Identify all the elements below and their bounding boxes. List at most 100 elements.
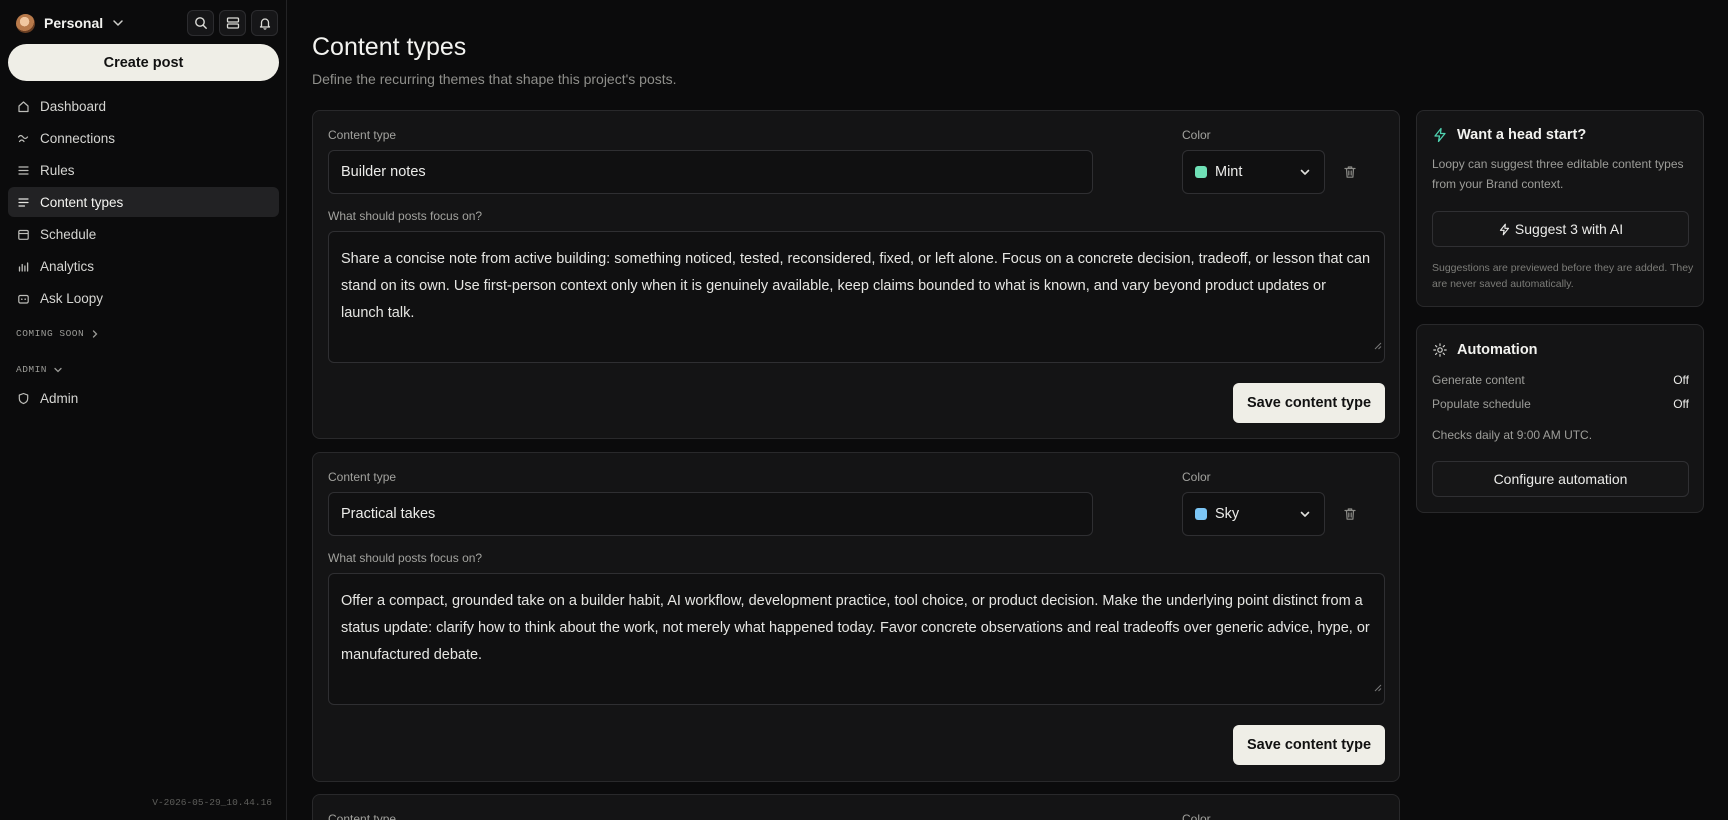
- sidebar-item-label: Dashboard: [40, 98, 107, 114]
- search-button[interactable]: [187, 10, 214, 36]
- sidebar: Personal Create post Dashboard Connectio…: [0, 0, 287, 820]
- focus-label: What should posts focus on?: [328, 551, 483, 565]
- save-content-type-button[interactable]: Save content type: [1233, 383, 1385, 423]
- lightning-icon: [1432, 127, 1448, 143]
- content-type-label: Content type: [328, 812, 397, 820]
- color-swatch: [1195, 508, 1207, 520]
- automation-row-generate: Generate content Off: [1432, 373, 1689, 387]
- content-type-card: Content type Color Builder notes Mint Wh…: [312, 110, 1400, 439]
- automation-row-label: Generate content: [1432, 373, 1525, 387]
- sidebar-nav: Dashboard Connections Rules Content type…: [8, 91, 279, 315]
- delete-content-type-button[interactable]: [1342, 506, 1358, 522]
- head-start-text: Loopy can suggest three editable content…: [1432, 157, 1684, 191]
- page-subtitle: Define the recurring themes that shape t…: [312, 71, 677, 87]
- admin-section-label: ADMIN: [16, 364, 48, 375]
- resize-grip-icon[interactable]: [1374, 333, 1382, 360]
- content-type-name-input[interactable]: Builder notes: [328, 150, 1093, 194]
- sidebar-item-label: Connections: [40, 130, 116, 146]
- sidebar-item-label: Schedule: [40, 226, 97, 242]
- chevron-down-icon: [111, 16, 125, 30]
- home-icon: [17, 100, 30, 113]
- focus-text: Share a concise note from active buildin…: [341, 251, 1371, 321]
- chevron-right-icon: [90, 329, 100, 339]
- lines-icon: [17, 196, 30, 209]
- head-start-note: Suggestions are previewed before they ar…: [1432, 262, 1694, 290]
- bell-icon: [258, 16, 272, 30]
- gear-icon: [1432, 342, 1448, 358]
- suggest-ai-button[interactable]: Suggest 3 with AI: [1432, 211, 1689, 247]
- sidebar-item-connections[interactable]: Connections: [8, 123, 279, 153]
- main-content: Content types Define the recurring theme…: [287, 0, 1728, 820]
- lightning-icon: [1498, 223, 1511, 236]
- color-label: Color: [1182, 470, 1211, 484]
- sidebar-item-schedule[interactable]: Schedule: [8, 219, 279, 249]
- admin-section-toggle[interactable]: ADMIN: [16, 364, 63, 375]
- automation-row-populate: Populate schedule Off: [1432, 397, 1689, 411]
- focus-text: Offer a compact, grounded take on a buil…: [341, 593, 1370, 663]
- sidebar-item-ask-loopy[interactable]: Ask Loopy: [8, 283, 279, 313]
- automation-row-value: Off: [1673, 397, 1689, 411]
- bot-icon: [17, 292, 30, 305]
- create-post-button[interactable]: Create post: [8, 44, 279, 81]
- sidebar-item-admin[interactable]: Admin: [8, 383, 279, 413]
- sidebar-item-content-types[interactable]: Content types: [8, 187, 279, 217]
- workspace-name: Personal: [44, 15, 104, 31]
- layout-button[interactable]: [219, 10, 246, 36]
- color-label: Color: [1182, 128, 1211, 142]
- coming-soon-label: COMING SOON: [16, 328, 85, 339]
- calendar-icon: [17, 228, 30, 241]
- color-select-value: Sky: [1215, 506, 1240, 522]
- sidebar-item-label: Content types: [40, 194, 124, 210]
- configure-automation-button[interactable]: Configure automation: [1432, 461, 1689, 497]
- avatar: [16, 13, 35, 33]
- content-type-label: Content type: [328, 470, 397, 484]
- automation-row-label: Populate schedule: [1432, 397, 1531, 411]
- trash-icon: [1342, 506, 1358, 522]
- coming-soon-toggle[interactable]: COMING SOON: [16, 328, 100, 339]
- automation-title: Automation: [1457, 342, 1538, 358]
- chevron-down-icon: [1298, 507, 1312, 521]
- list-icon: [17, 164, 30, 177]
- head-start-header: Want a head start?: [1432, 127, 1586, 143]
- connections-icon: [17, 132, 30, 145]
- admin-nav: Admin: [8, 383, 279, 415]
- shield-icon: [17, 392, 30, 405]
- automation-row-value: Off: [1673, 373, 1689, 387]
- head-start-panel: Want a head start? Loopy can suggest thr…: [1416, 110, 1704, 307]
- focus-label: What should posts focus on?: [328, 209, 483, 223]
- page-title: Content types: [312, 33, 467, 61]
- sidebar-item-dashboard[interactable]: Dashboard: [8, 91, 279, 121]
- color-select-value: Mint: [1215, 164, 1243, 180]
- workspace-row: Personal: [16, 10, 278, 36]
- sidebar-item-rules[interactable]: Rules: [8, 155, 279, 185]
- focus-textarea[interactable]: Offer a compact, grounded take on a buil…: [328, 573, 1385, 705]
- app-root: Personal Create post Dashboard Connectio…: [0, 0, 1728, 820]
- suggest-ai-label: Suggest 3 with AI: [1514, 221, 1624, 237]
- header-icon-buttons: [187, 10, 278, 36]
- sidebar-item-label: Rules: [40, 162, 75, 178]
- color-select[interactable]: Mint: [1182, 150, 1325, 194]
- version-label: V-2026-05-29_10.44.16: [152, 797, 272, 808]
- color-swatch: [1195, 166, 1207, 178]
- save-content-type-button[interactable]: Save content type: [1233, 725, 1385, 765]
- sidebar-item-label: Analytics: [40, 258, 95, 274]
- automation-panel: Automation Generate content Off Populate…: [1416, 324, 1704, 513]
- server-icon: [226, 16, 240, 30]
- chevron-down-icon: [1298, 165, 1312, 179]
- automation-header: Automation: [1432, 342, 1538, 358]
- content-type-label: Content type: [328, 128, 397, 142]
- content-type-card: Content type Color Practical takes Sky W…: [312, 452, 1400, 782]
- delete-content-type-button[interactable]: [1342, 164, 1358, 180]
- color-label: Color: [1182, 812, 1211, 820]
- content-type-name-input[interactable]: Practical takes: [328, 492, 1093, 536]
- sidebar-item-label: Admin: [40, 390, 79, 406]
- color-select[interactable]: Sky: [1182, 492, 1325, 536]
- workspace-switcher[interactable]: Personal: [16, 13, 125, 33]
- focus-textarea[interactable]: Share a concise note from active buildin…: [328, 231, 1385, 363]
- sidebar-item-analytics[interactable]: Analytics: [8, 251, 279, 281]
- resize-grip-icon[interactable]: [1374, 675, 1382, 702]
- trash-icon: [1342, 164, 1358, 180]
- content-type-card: Content type Color: [312, 794, 1400, 820]
- search-icon: [194, 16, 208, 30]
- notifications-button[interactable]: [251, 10, 278, 36]
